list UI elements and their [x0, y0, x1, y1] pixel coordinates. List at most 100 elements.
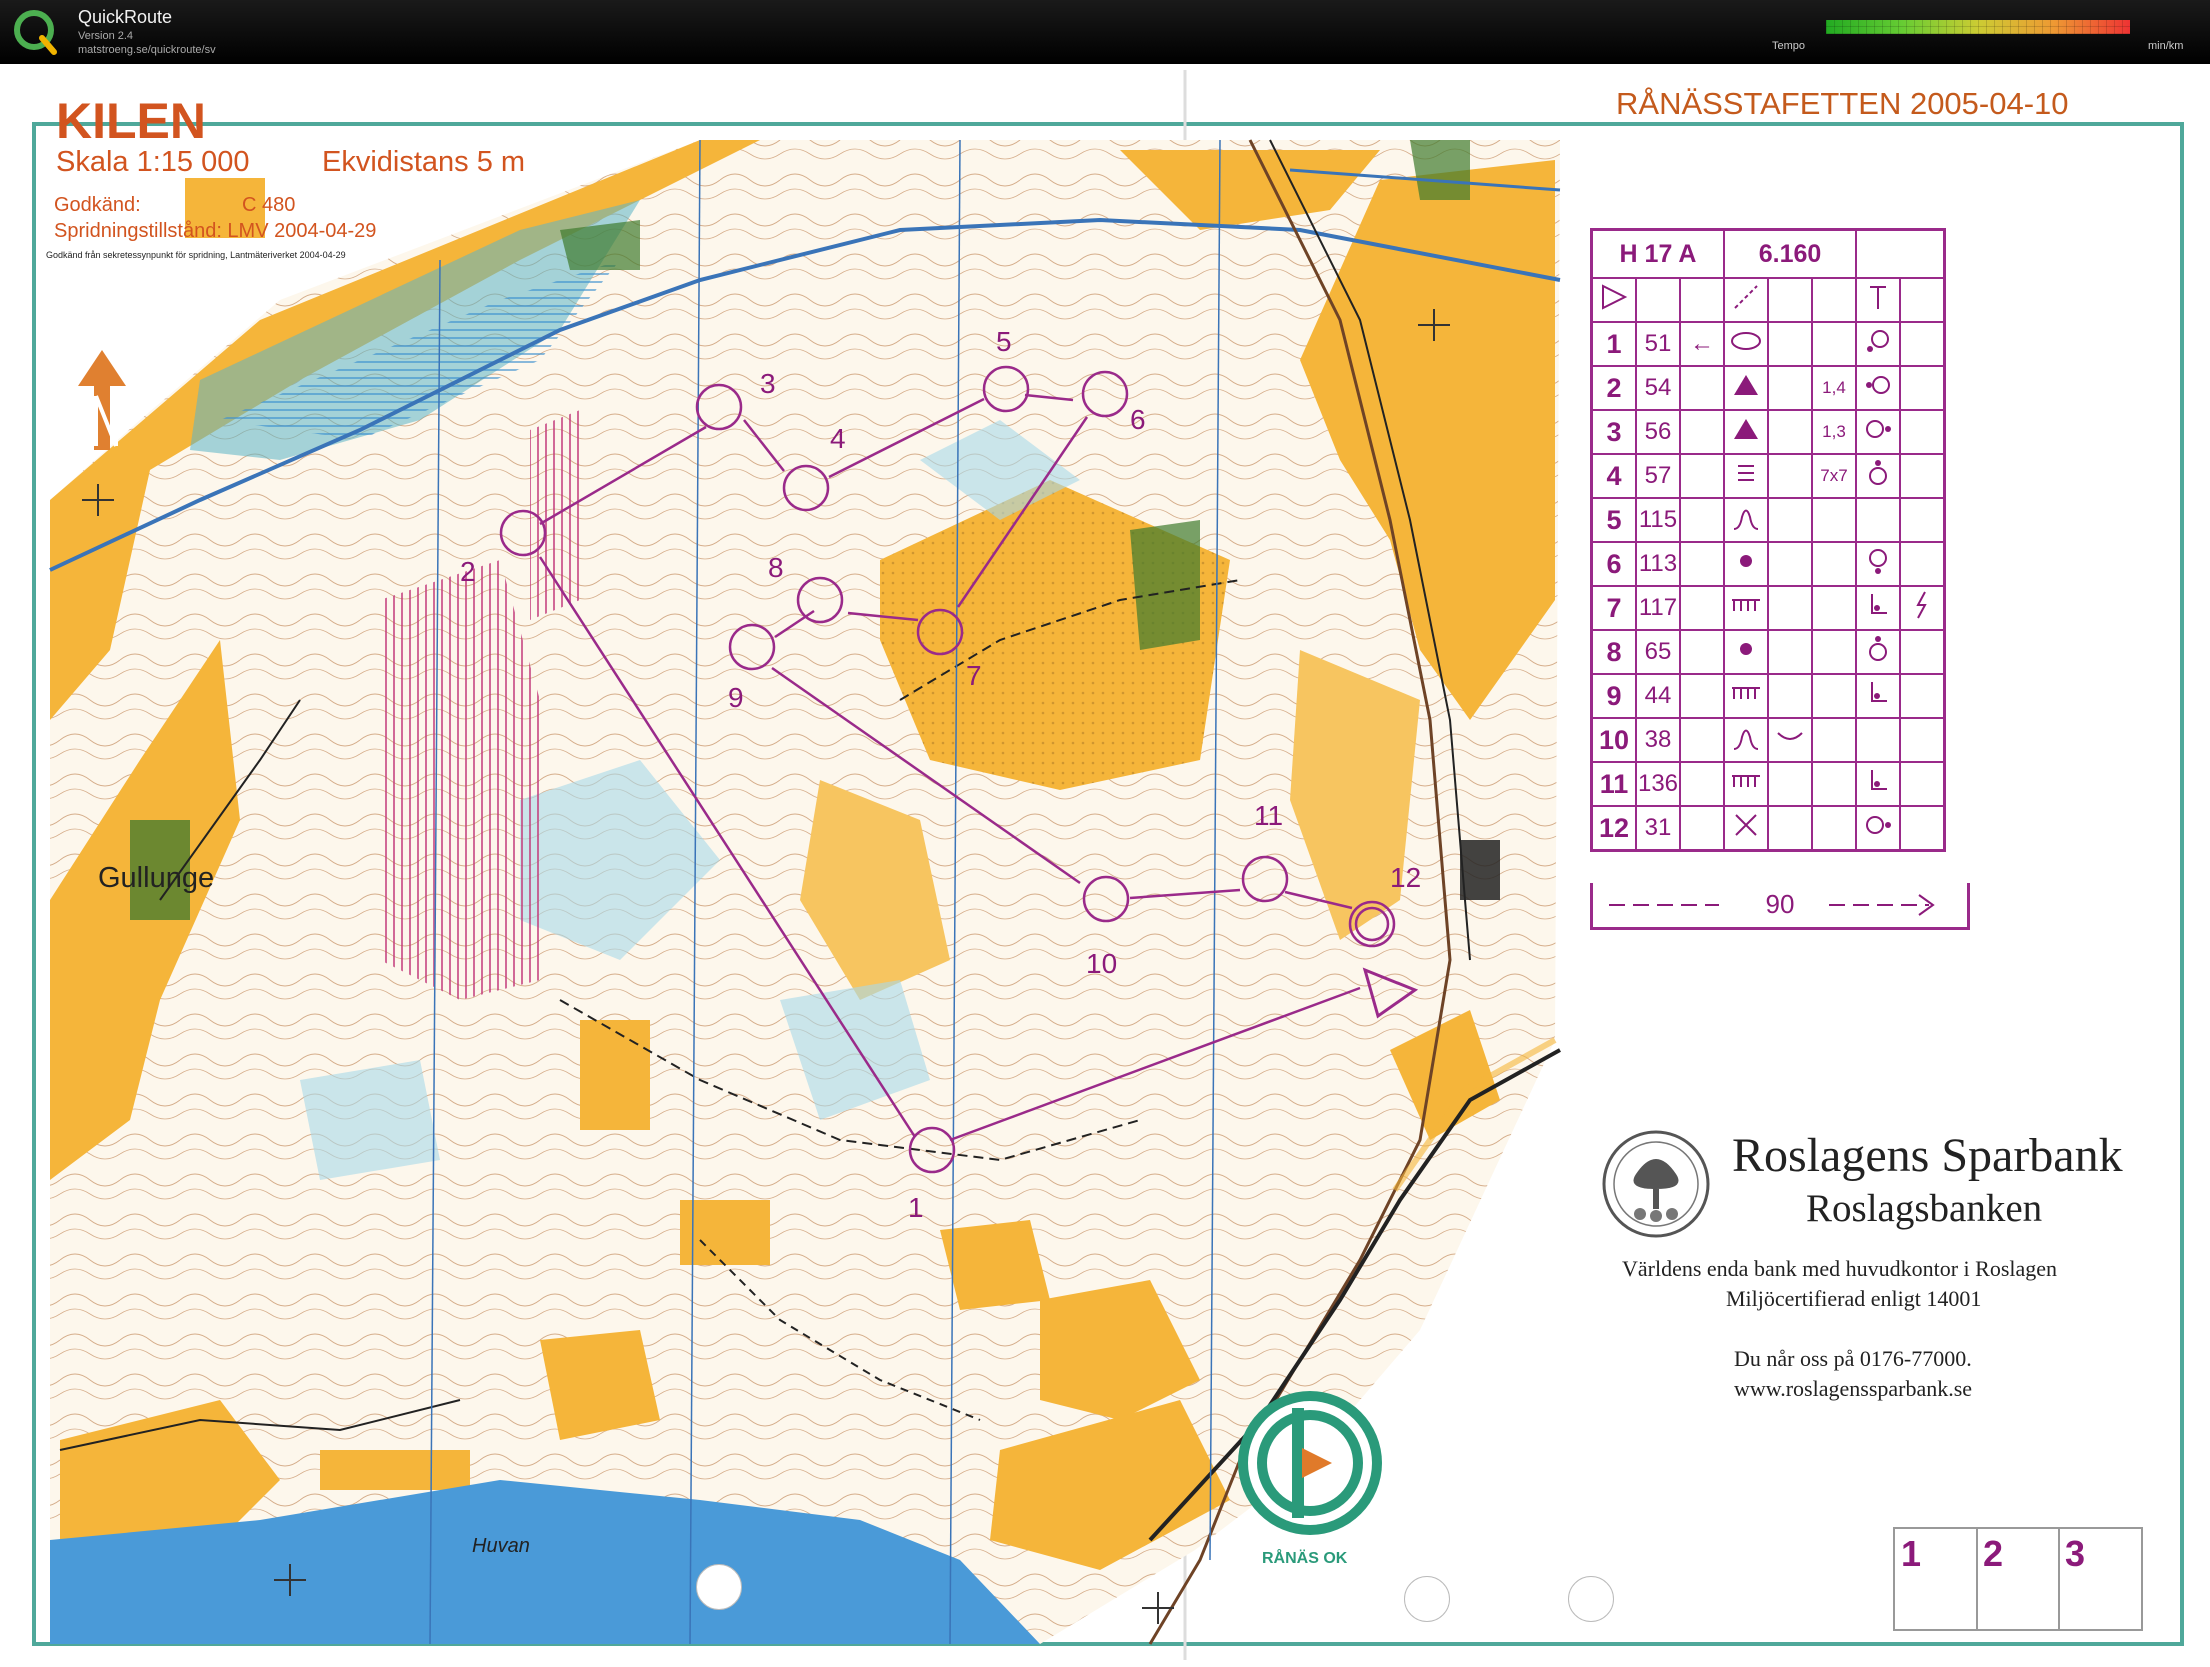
control-code: 31	[1635, 805, 1681, 852]
control-appearance	[1767, 321, 1813, 367]
control-dimensions	[1811, 717, 1857, 763]
club-label: RÅNÄS OK	[1262, 1548, 1348, 1567]
map-approved-value: C 480	[242, 194, 296, 216]
control-dimensions	[1811, 497, 1857, 543]
location-circle-t-icon	[1855, 453, 1901, 499]
app-version: Version 2.4	[78, 30, 134, 42]
control-dimensions	[1811, 321, 1857, 367]
triangle-feature-icon	[1723, 409, 1769, 455]
map-permit: Spridningstillstånd: LMV 2004-04-29	[54, 220, 377, 242]
control-which	[1679, 497, 1725, 543]
location-circle-l-icon	[1855, 365, 1901, 411]
map-title: KILEN	[56, 93, 206, 149]
control-which	[1679, 365, 1725, 411]
app-title: QuickRoute	[78, 7, 173, 27]
control-code: 115	[1635, 497, 1681, 543]
control-description-row: 8 65	[1590, 629, 1946, 675]
quickroute-logo-icon	[14, 10, 57, 55]
control-number-10: 10	[1086, 948, 1118, 979]
location-circle-bl-icon	[1855, 321, 1901, 367]
control-appearance	[1767, 365, 1813, 411]
control-seq: 1	[1590, 321, 1637, 367]
control-appearance	[1767, 453, 1813, 499]
map-approved-label: Godkänd:	[54, 194, 141, 216]
control-number-6: 6	[1130, 404, 1146, 435]
tempo-label: Tempo	[1772, 40, 1806, 52]
control-number-8: 8	[768, 552, 784, 583]
control-code: 117	[1635, 585, 1681, 631]
control-other	[1899, 365, 1946, 411]
control-dimensions: 7x7	[1811, 453, 1857, 499]
place-label-huvan: Huvan	[472, 1535, 530, 1557]
control-number-5: 5	[996, 326, 1012, 357]
map-scale: Skala 1:15 000	[56, 146, 250, 178]
direction-arrow-icon: ←	[1679, 321, 1725, 367]
control-dimensions	[1811, 761, 1857, 807]
control-description-row: 5 115	[1590, 497, 1946, 543]
control-which	[1679, 761, 1725, 807]
control-appearance	[1767, 805, 1813, 852]
finish-instruction: 90	[1590, 883, 1970, 930]
control-code: 44	[1635, 673, 1681, 719]
control-description-row: 3 56 1,3	[1590, 409, 1946, 455]
tee-icon	[1855, 277, 1901, 323]
control-seq: 4	[1590, 453, 1637, 499]
control-other	[1899, 497, 1946, 543]
control-dimensions	[1811, 541, 1857, 587]
leg-box-2: 2	[1977, 1529, 2060, 1629]
control-appearance	[1767, 585, 1813, 631]
control-which	[1679, 453, 1725, 499]
control-seq: 11	[1590, 761, 1637, 807]
other-info-icon	[1899, 585, 1946, 631]
cross-feature-icon	[1723, 805, 1769, 852]
bank-tagline: Världens enda bank med huvudkontor i Ros…	[1622, 1256, 2058, 1281]
punch-hole	[1568, 1576, 1614, 1622]
leg-number-2: 2	[1983, 1533, 2004, 1574]
control-which	[1679, 717, 1725, 763]
control-appearance	[1767, 409, 1813, 455]
leg-box-3: 3	[2059, 1529, 2140, 1629]
control-description-row: 11 136	[1590, 761, 1946, 807]
triangle-feature-icon	[1723, 365, 1769, 411]
control-seq: 7	[1590, 585, 1637, 631]
bank-subname: Roslagsbanken	[1806, 1187, 2043, 1230]
control-other	[1899, 409, 1946, 455]
control-description-row: 12 31	[1590, 805, 1946, 852]
control-which	[1679, 409, 1725, 455]
control-dimensions: 1,4	[1811, 365, 1857, 411]
place-label-gullunge: Gullunge	[98, 862, 215, 894]
control-description-row: 2 54 1,4	[1590, 365, 1946, 411]
control-seq: 9	[1590, 673, 1637, 719]
control-code: 51	[1635, 321, 1681, 367]
control-number-2: 2	[460, 556, 476, 587]
control-description-row: 4 57 7x7	[1590, 453, 1946, 499]
comb-feature-icon	[1723, 673, 1769, 719]
tempo-scale-grid	[1826, 20, 2130, 34]
dot-feature-icon	[1723, 629, 1769, 675]
event-title: RÅNÄSSTAFETTEN 2005-04-10	[1616, 86, 2069, 121]
control-dimensions	[1811, 805, 1857, 852]
control-location	[1855, 497, 1901, 543]
control-other	[1899, 673, 1946, 719]
control-appearance	[1767, 761, 1813, 807]
app-url[interactable]: matstroeng.se/quickroute/sv	[78, 44, 216, 56]
control-appearance	[1767, 629, 1813, 675]
control-number-1: 1	[908, 1192, 924, 1223]
control-other	[1899, 453, 1946, 499]
leg-box-1: 1	[1895, 1529, 1978, 1629]
control-other	[1899, 761, 1946, 807]
control-seq: 5	[1590, 497, 1637, 543]
location-circle-b-icon	[1855, 541, 1901, 587]
control-other	[1899, 541, 1946, 587]
control-number-11: 11	[1254, 800, 1284, 831]
control-seq: 3	[1590, 409, 1637, 455]
control-appearance	[1767, 673, 1813, 719]
bars-feature-icon	[1723, 453, 1769, 499]
start-triangle-icon	[1590, 277, 1637, 323]
control-dimensions	[1811, 629, 1857, 675]
bank-certification: Miljöcertifierad enligt 14001	[1726, 1286, 1982, 1311]
appearance-curve-icon	[1767, 717, 1813, 763]
location-circle-r-icon	[1855, 805, 1901, 852]
relay-leg-boxes: 1 2 3	[1893, 1527, 2143, 1631]
control-seq: 2	[1590, 365, 1637, 411]
